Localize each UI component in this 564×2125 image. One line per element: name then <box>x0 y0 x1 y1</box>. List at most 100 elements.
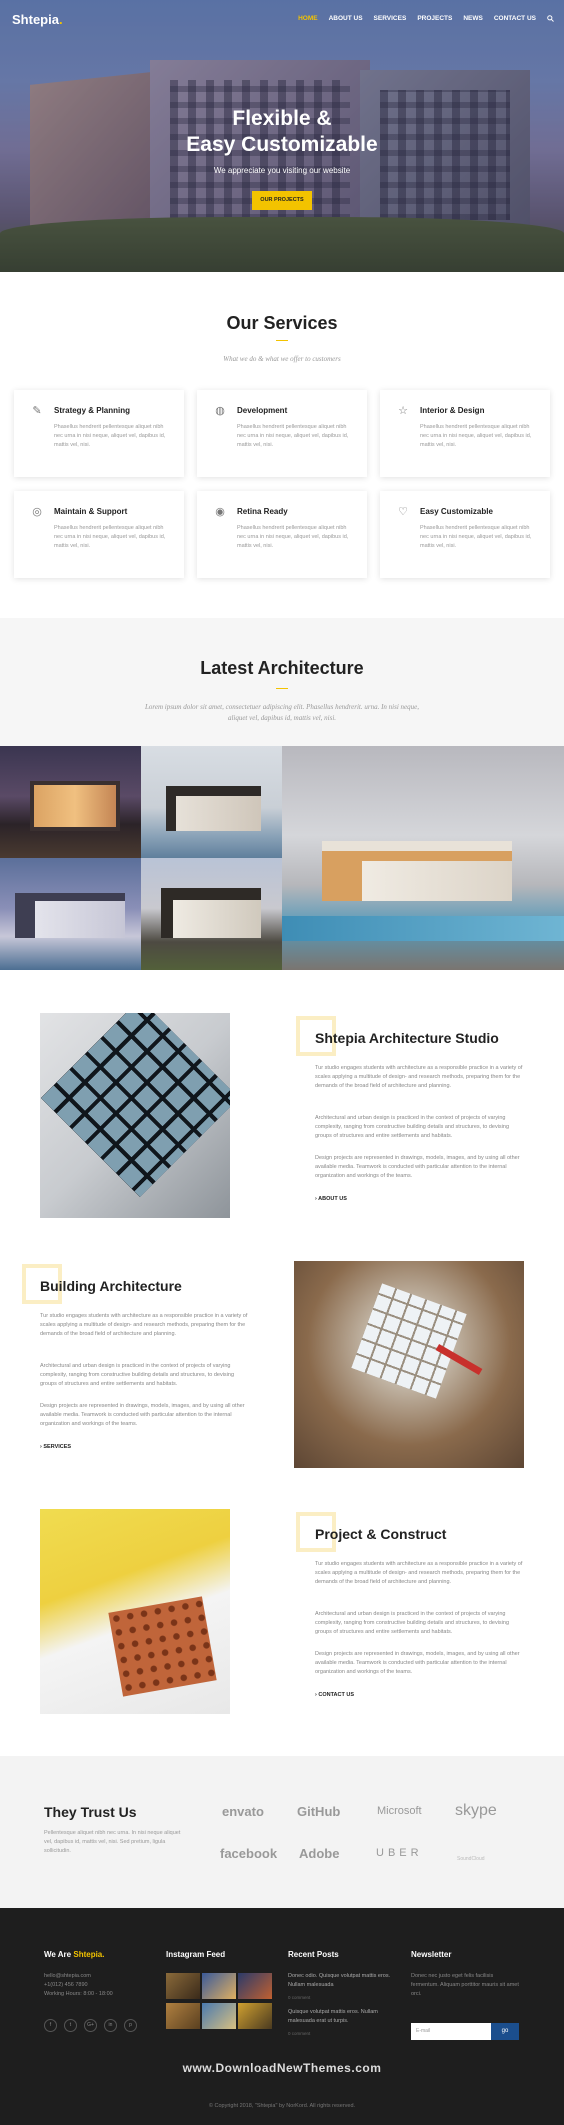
brand-adobe[interactable]: Adobe <box>299 1846 339 1861</box>
nav-news[interactable]: NEWS <box>463 15 483 24</box>
feature-title-building: Building Architecture <box>40 1278 182 1294</box>
hero-section: Shtepia. HOME ABOUT US SERVICES PROJECTS… <box>0 0 564 272</box>
brand-uber[interactable]: UBER <box>376 1847 423 1859</box>
feature-image-studio <box>40 1013 230 1218</box>
eye-icon: ◉ <box>215 506 225 518</box>
newsletter-title: Newsletter <box>411 1950 452 1959</box>
linkedin-icon[interactable]: in <box>104 2019 117 2032</box>
pinterest-icon[interactable]: p <box>124 2019 137 2032</box>
project-photo-large[interactable] <box>282 746 564 970</box>
brand-soundcloud[interactable]: SoundCloud <box>457 1856 485 1862</box>
recent-posts-title: Recent Posts <box>288 1950 339 1959</box>
newsletter-email-input[interactable]: E-mail <box>411 2023 491 2040</box>
house-shape <box>322 841 512 901</box>
watermark: www.DownloadNewThemes.com <box>182 2061 382 2075</box>
search-icon[interactable] <box>547 15 554 24</box>
latest-subtitle: Lorem ipsum dolor sit amet, consectetuer… <box>144 703 419 722</box>
contact-us-link[interactable]: › CONTACT US <box>315 1692 354 1698</box>
service-desc: Phasellus hendrerit pellentesque aliquet… <box>54 525 166 549</box>
instagram-thumb[interactable] <box>238 1973 272 1999</box>
feature-image-building <box>294 1261 524 1468</box>
house-shape <box>166 786 261 831</box>
brand-facebook[interactable]: facebook <box>220 1846 277 1861</box>
twitter-icon[interactable]: t <box>64 2019 77 2032</box>
brand-microsoft[interactable]: Microsoft <box>377 1805 422 1817</box>
trust-title: They Trust Us <box>44 1804 137 1820</box>
service-title: Development <box>237 406 288 415</box>
service-card-strategy[interactable]: ✎ Strategy & Planning Phasellus hendreri… <box>14 390 184 477</box>
logo-dot: . <box>58 12 63 27</box>
hero-title-line2: Easy Customizable <box>186 133 378 156</box>
feature-paragraph: Tur studio engages students with archite… <box>40 1313 248 1337</box>
instagram-thumb[interactable] <box>166 2003 200 2029</box>
instagram-thumb[interactable] <box>202 2003 236 2029</box>
nav-menu: HOME ABOUT US SERVICES PROJECTS NEWS CON… <box>298 15 554 24</box>
service-title: Strategy & Planning <box>54 406 131 415</box>
service-title: Retina Ready <box>237 507 288 516</box>
star-icon: ☆ <box>398 405 408 417</box>
recent-post-meta: 0 comment <box>288 1995 311 2000</box>
services-link-label: SERVICES <box>43 1444 72 1450</box>
footer-email[interactable]: hello@shtepia.com <box>44 1972 91 1981</box>
latest-section-bg <box>0 618 564 746</box>
feature-paragraph: Tur studio engages students with archite… <box>315 1561 523 1585</box>
nav-services[interactable]: SERVICES <box>374 15 407 24</box>
feature-paragraph: Design projects are represented in drawi… <box>315 1155 520 1179</box>
nav-projects[interactable]: PROJECTS <box>417 15 452 24</box>
services-title-underline <box>276 340 288 341</box>
footer-hours: Working Hours: 8:00 - 18:00 <box>44 1991 113 1997</box>
trust-desc: Pellentesque aliquet nibh nec urna. In n… <box>44 1830 181 1854</box>
latest-title: Latest Architecture <box>200 658 364 678</box>
service-desc: Phasellus hendrerit pellentesque aliquet… <box>420 525 532 549</box>
nav-contact[interactable]: CONTACT US <box>494 15 536 24</box>
service-title: Interior & Design <box>420 406 485 415</box>
logo-text: Shtepia <box>12 12 59 27</box>
instagram-thumb[interactable] <box>166 1973 200 1999</box>
instagram-thumb[interactable] <box>202 1973 236 1999</box>
recent-post-link[interactable]: Quisque volutpat mattis eros. Nullam mal… <box>288 2008 393 2026</box>
about-us-link-label: ABOUT US <box>318 1196 347 1202</box>
about-us-link[interactable]: › ABOUT US <box>315 1196 347 1202</box>
feature-paragraph: Design projects are represented in drawi… <box>40 1403 245 1427</box>
feature-paragraph: Architectural and urban design is practi… <box>315 1611 510 1635</box>
nav-home[interactable]: HOME <box>298 15 318 24</box>
latest-title-underline <box>276 688 288 689</box>
feature-paragraph: Tur studio engages students with archite… <box>315 1065 523 1089</box>
globe-icon: ◍ <box>215 405 225 417</box>
footer-about-brand: Shtepia. <box>73 1950 105 1959</box>
project-photo-3[interactable] <box>0 858 141 970</box>
feature-image-construct <box>40 1509 230 1714</box>
google-plus-icon[interactable]: G+ <box>84 2019 97 2032</box>
instagram-title: Instagram Feed <box>166 1950 226 1959</box>
brand-skype[interactable]: skype <box>455 1802 497 1820</box>
services-link[interactable]: › SERVICES <box>40 1444 71 1450</box>
service-card-retina[interactable]: ◉ Retina Ready Phasellus hendrerit pelle… <box>197 491 367 578</box>
service-card-customizable[interactable]: ♡ Easy Customizable Phasellus hendrerit … <box>380 491 550 578</box>
hero-subtitle: We appreciate you visiting our website <box>213 166 351 175</box>
brand-github[interactable]: GitHub <box>297 1804 340 1819</box>
service-card-maintain[interactable]: ◎ Maintain & Support Phasellus hendrerit… <box>14 491 184 578</box>
our-projects-button[interactable]: OUR PROJECTS <box>252 191 312 210</box>
newsletter-text: Donec nec justo eget felis facilisis fer… <box>411 1973 519 1997</box>
feature-paragraph: Architectural and urban design is practi… <box>315 1115 510 1139</box>
newsletter-submit-button[interactable]: go <box>491 2023 519 2040</box>
service-card-interior[interactable]: ☆ Interior & Design Phasellus hendrerit … <box>380 390 550 477</box>
lifebuoy-icon: ◎ <box>32 506 42 518</box>
brand-envato[interactable]: envato <box>222 1804 264 1819</box>
footer-about-title: We Are Shtepia. <box>44 1950 104 1959</box>
project-photo-2[interactable] <box>141 746 282 858</box>
service-title: Maintain & Support <box>54 507 128 516</box>
brick-shape <box>108 1596 217 1697</box>
copyright: © Copyright 2018, "Shtepia" by NorKord. … <box>208 2103 356 2109</box>
nav-about[interactable]: ABOUT US <box>329 15 363 24</box>
project-photo-4[interactable] <box>141 858 282 970</box>
project-photo-1[interactable] <box>0 746 141 858</box>
facebook-icon[interactable]: f <box>44 2019 57 2032</box>
service-desc: Phasellus hendrerit pellentesque aliquet… <box>54 424 166 448</box>
recent-post-link[interactable]: Donec odio. Quisque volutpat mattis eros… <box>288 1972 393 1990</box>
service-card-development[interactable]: ◍ Development Phasellus hendrerit pellen… <box>197 390 367 477</box>
logo[interactable]: Shtepia. <box>12 12 63 27</box>
page: Shtepia. HOME ABOUT US SERVICES PROJECTS… <box>0 0 564 2125</box>
instagram-thumb[interactable] <box>238 2003 272 2029</box>
services-title: Our Services <box>226 313 338 333</box>
